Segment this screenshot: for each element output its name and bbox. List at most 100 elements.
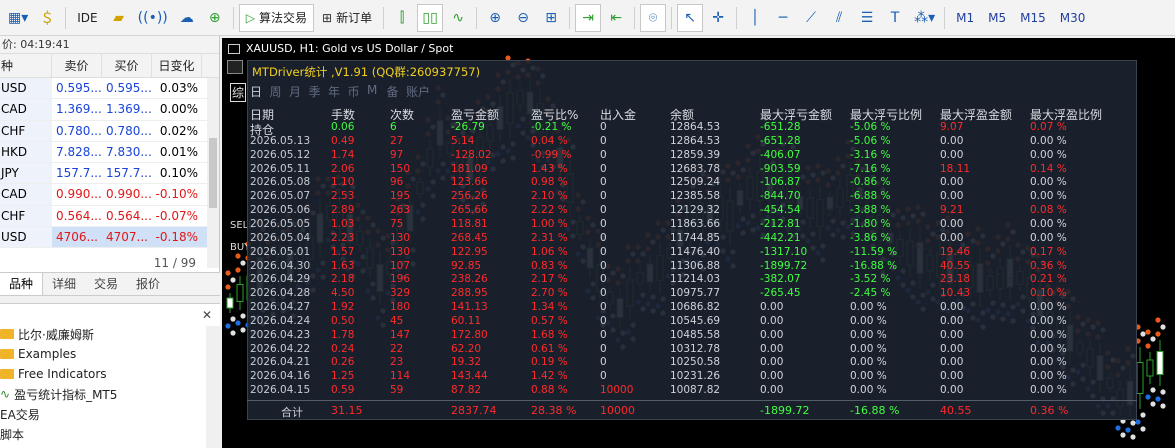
table-cell: 329 [390,287,411,300]
text-icon[interactable]: T [882,4,908,32]
channel-icon[interactable]: ⫽ [826,4,852,32]
panel-tab[interactable]: 备 [387,83,407,102]
market-watch-row[interactable]: HKD 7.828... 7.830... 0.01% [0,141,219,164]
panel-minimize-button[interactable] [227,60,243,74]
toolbar-separator [634,6,636,29]
market-watch-row[interactable]: CHF 0.780... 0.780... 0.02% [0,120,219,142]
nav-item-bill-williams[interactable]: 比尔·威廉姆斯 [0,324,94,344]
tab-symbols[interactable]: 品种 [0,273,44,295]
panel-tab[interactable]: 年 [328,83,348,102]
chart-shift-icon[interactable]: ⇤ [603,4,629,32]
folder-icon [0,329,14,339]
table-cell: 1.42 % [531,370,568,383]
close-icon[interactable]: ✕ [202,308,212,322]
nav-item-scripts[interactable]: 脚本 [0,424,24,444]
dollar-icon[interactable]: ＄ [34,4,60,32]
vps-icon[interactable]: ⊕ [202,4,228,32]
table-cell: 2026.04.28 [250,287,311,300]
horizontal-line-icon[interactable]: ─ [770,4,796,32]
zoom-in-icon[interactable]: ⊕ [482,4,508,32]
tab-details[interactable]: 详细 [43,273,85,295]
panel-tab[interactable]: 账户 [406,83,434,102]
panel-tab[interactable]: 季 [309,83,329,102]
panel-tab[interactable]: 月 [289,83,309,102]
panel-tab[interactable]: M [367,83,387,102]
algo-trading-button[interactable]: ▷ 算法交易 [238,3,314,32]
scrollbar-thumb[interactable] [209,138,217,208]
market-watch-row[interactable]: CHF 0.564... 0.564... -0.07% [0,205,219,228]
table-cell: 0 [600,273,607,286]
fractal-marker [240,313,246,319]
bar-chart-icon[interactable]: ⫿ [389,4,415,32]
timeframe-m30[interactable]: M30 [1054,4,1092,32]
ask-cell: 0.564... [106,208,152,223]
crosshair-icon[interactable]: ✛ [705,4,731,32]
table-cell: 2026.05.11 [250,162,311,175]
market-watch-row[interactable]: USD 0.595... 0.595... 0.03% [0,78,219,100]
col-bid[interactable]: 卖价 [52,54,102,77]
market-watch-row[interactable]: CAD 1.369... 1.369... 0.00% [0,99,219,121]
panel-tab[interactable]: 综 [230,83,247,102]
table-cell: 0 [600,162,607,175]
table-cell: -3.88 % [850,204,891,217]
fractal-marker [1160,389,1166,395]
table-cell: 0.00 % [850,314,887,327]
navigator-scrollbar[interactable] [206,326,220,448]
market-watch-scrollbar[interactable] [207,78,219,268]
table-cell: 18.11 [940,162,971,175]
table-cell: 288.95 [451,287,488,300]
timeframe-m1[interactable]: M1 [950,4,980,32]
col-daily-change[interactable]: 日变化 [152,54,202,77]
table-cell: 10975.77 [670,287,721,300]
panel-tab[interactable]: 日 [250,83,270,102]
nav-item-free-indicators[interactable]: Free Indicators [0,364,107,384]
table-cell: 23.18 [940,273,971,286]
tile-windows-icon[interactable]: ⊞ [538,4,564,32]
table-cell: 0.08 % [1030,204,1067,217]
tab-trading[interactable]: 交易 [85,273,127,295]
auto-scroll-icon[interactable]: ⇥ [575,3,602,32]
zoom-out-icon[interactable]: ⊖ [510,4,536,32]
timeframe-m5[interactable]: M5 [982,4,1012,32]
change-cell: -0.07% [155,208,198,223]
timeframe-m15[interactable]: M15 [1014,4,1052,32]
cloud-icon[interactable]: ☁ [174,4,200,32]
shapes-icon[interactable]: ⁂▾ [910,4,939,32]
ide-button[interactable]: IDE [71,4,103,32]
candlestick-icon[interactable]: ▯▯ [417,3,444,32]
market-bag-icon[interactable]: ▰ [106,4,132,32]
table-cell: -3.86 % [850,231,891,244]
table-cell: 2.06 [331,162,355,175]
nav-item-examples[interactable]: Examples [0,344,76,364]
chart-grid-icon[interactable]: ▦▾ [4,4,32,32]
nav-item-expert-advisors[interactable]: EA交易 [0,404,40,424]
panel-tabs: 综日周月季年币 M 备账户 [230,83,434,102]
table-cell: 10686.82 [670,301,721,314]
signal-icon[interactable]: ((•)) [134,4,172,32]
table-cell: -1317.10 [760,245,808,258]
nav-item-pnl-indicator[interactable]: ∿ 盈亏统计指标_MT5 [0,384,117,404]
table-cell: -2.45 % [850,287,891,300]
table-cell: 180 [390,301,411,314]
table-cell: 12864.53 [670,121,721,133]
market-watch-row[interactable]: USD 4706... 4707... -0.18% [0,227,219,249]
screenshot-icon[interactable]: ⌾ [640,3,667,32]
col-ask[interactable]: 买价 [102,54,152,77]
vertical-line-icon[interactable]: │ [742,4,768,32]
panel-tab[interactable]: 币 [348,83,368,102]
table-cell: 0.49 [331,134,355,147]
col-symbol[interactable]: 种 [0,54,52,77]
panel-tab[interactable]: 周 [270,83,290,102]
fibonacci-icon[interactable]: ☰ [854,4,880,32]
new-order-button[interactable]: ⊞ 新订单 [316,4,378,32]
table-cell: 45 [390,314,404,327]
market-watch-row[interactable]: JPY 157.7... 157.7... 0.10% [0,163,219,185]
ask-cell: 7.830... [106,144,152,159]
table-cell: 0.00 [940,314,964,327]
tab-ticks[interactable]: 报价 [127,273,169,295]
trendline-icon[interactable]: ⟋ [798,4,824,32]
table-cell: 0 [600,217,607,230]
market-watch-row[interactable]: CAD 0.990... 0.990... -0.10% [0,184,219,206]
cursor-icon[interactable]: ↖ [677,3,704,32]
line-chart-icon[interactable]: ∿ [445,4,471,32]
